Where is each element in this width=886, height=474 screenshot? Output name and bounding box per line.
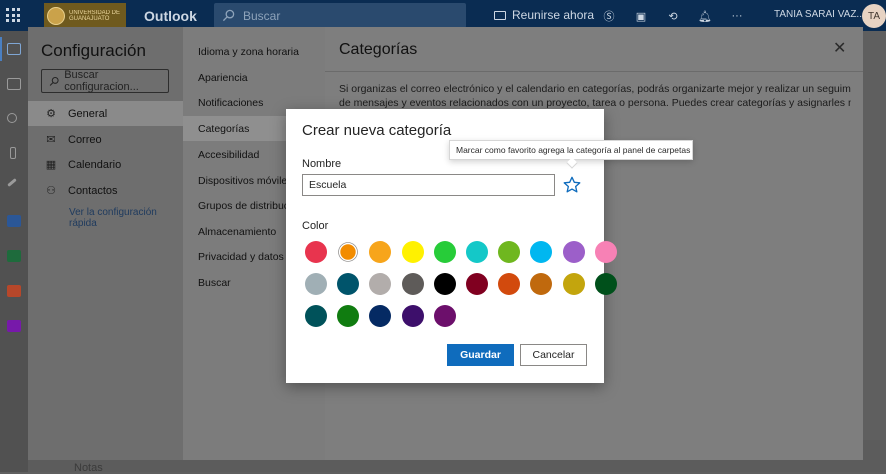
excel-icon[interactable] <box>7 250 21 262</box>
calendar-icon[interactable] <box>7 78 21 90</box>
more-icon[interactable]: ··· <box>728 7 746 25</box>
search-icon <box>49 76 59 86</box>
color-swatch[interactable] <box>433 241 456 263</box>
search-icon <box>222 9 235 22</box>
content-description: Si organizas el correo electrónico y el … <box>339 82 851 110</box>
settings-title: Configuración <box>41 41 146 60</box>
color-swatch[interactable] <box>498 273 521 295</box>
app-launcher-icon[interactable] <box>6 8 20 22</box>
settings-search-placeholder: Buscar configuracion... <box>64 69 139 93</box>
app-name[interactable]: Outlook <box>144 8 197 24</box>
color-swatch[interactable] <box>401 241 424 263</box>
calendar-icon: ▦ <box>45 159 57 171</box>
mail-icon[interactable] <box>7 43 21 55</box>
color-swatch[interactable] <box>466 273 488 295</box>
org-seal-icon <box>47 6 65 25</box>
video-icon <box>494 10 506 20</box>
org-logo: UNIVERSIDAD DE GUANAJUATO <box>44 3 126 28</box>
gear-icon: ⚙ <box>46 108 56 120</box>
color-swatch[interactable] <box>369 241 392 263</box>
content-divider <box>325 71 863 72</box>
color-swatch[interactable] <box>433 305 456 327</box>
search-placeholder: Buscar <box>243 8 281 23</box>
dialog-title: Crear nueva categoría <box>302 122 452 139</box>
color-swatch[interactable] <box>594 273 617 295</box>
color-swatch[interactable] <box>530 241 553 263</box>
people-icon: ⚇ <box>46 185 56 197</box>
color-swatch[interactable] <box>337 273 360 295</box>
color-swatch[interactable] <box>433 273 456 295</box>
favorite-star-button[interactable] <box>561 174 583 196</box>
people-icon[interactable] <box>7 113 17 123</box>
meet-now-label: Reunirse ahora <box>512 8 595 22</box>
org-logo-text: UNIVERSIDAD DE GUANAJUATO <box>69 9 121 22</box>
rail-active-indicator <box>0 37 2 61</box>
color-label: Color <box>302 220 329 232</box>
color-swatch[interactable] <box>305 241 327 263</box>
color-swatch[interactable] <box>594 241 617 263</box>
color-swatch[interactable] <box>340 244 356 260</box>
quick-settings-link[interactable]: Ver la configuración rápida <box>69 207 179 229</box>
color-swatch[interactable] <box>530 273 553 295</box>
color-swatch[interactable] <box>337 305 360 327</box>
color-swatch[interactable] <box>369 273 392 295</box>
user-name[interactable]: TANIA SARAI VAZ... <box>774 9 865 20</box>
close-icon[interactable]: ✕ <box>833 41 846 57</box>
favorite-tooltip: Marcar como favorito agrega la categoría… <box>449 140 693 160</box>
category-name-input[interactable] <box>302 174 555 196</box>
color-swatch[interactable] <box>401 273 424 295</box>
subnav-language[interactable]: Idioma y zona horaria <box>183 39 325 64</box>
todo-icon[interactable] <box>7 178 17 187</box>
color-swatch[interactable] <box>305 273 327 295</box>
left-rail <box>0 31 28 472</box>
settings-nav-pane: Configuración Buscar configuracion... ⚙ … <box>28 27 183 460</box>
content-description-line: Si organizas el correo electrónico y el … <box>339 83 851 95</box>
color-swatch[interactable] <box>305 305 327 327</box>
top-icon-group: Ⓢ ▣ ⟲ 🔔︎ ··· <box>600 7 746 25</box>
sync-icon[interactable]: ⟲ <box>664 7 682 25</box>
skype-icon[interactable]: Ⓢ <box>600 7 618 25</box>
bell-icon[interactable]: 🔔︎ <box>696 7 714 25</box>
settings-nav-contacts[interactable]: ⚇ Contactos <box>28 178 183 203</box>
settings-nav-calendar[interactable]: ▦ Calendario <box>28 152 183 177</box>
attachment-icon[interactable] <box>10 147 16 159</box>
meet-now-button[interactable]: Reunirse ahora <box>494 8 594 22</box>
content-description-line: de mensajes y eventos relacionados con u… <box>339 97 851 109</box>
powerpoint-icon[interactable] <box>7 285 21 297</box>
color-swatch[interactable] <box>562 273 585 295</box>
cancel-button[interactable]: Cancelar <box>520 344 587 366</box>
color-swatch[interactable] <box>466 241 488 263</box>
color-swatch[interactable] <box>369 305 392 327</box>
settings-nav-mail[interactable]: ✉ Correo <box>28 127 183 152</box>
settings-nav-label: Contactos <box>68 184 118 197</box>
color-swatch[interactable] <box>562 241 585 263</box>
search-box[interactable]: Buscar <box>214 3 466 28</box>
settings-nav-label: General <box>68 107 108 120</box>
save-button[interactable]: Guardar <box>447 344 514 366</box>
subnav-appearance[interactable]: Apariencia <box>183 65 325 90</box>
notes-label: Notas <box>74 462 103 474</box>
settings-search-input[interactable]: Buscar configuracion... <box>41 69 169 93</box>
settings-nav-general[interactable]: ⚙ General <box>28 101 183 126</box>
content-title: Categorías <box>339 41 418 58</box>
settings-nav-label: Calendario <box>68 158 122 171</box>
office-icon[interactable]: ▣ <box>632 7 650 25</box>
name-label: Nombre <box>302 158 342 170</box>
color-swatch[interactable] <box>401 305 424 327</box>
mail-icon: ✉ <box>46 134 56 146</box>
onenote-icon[interactable] <box>7 320 21 332</box>
star-icon <box>563 176 581 193</box>
word-icon[interactable] <box>7 215 21 227</box>
avatar[interactable]: TA <box>862 4 886 28</box>
color-swatch[interactable] <box>498 241 521 263</box>
settings-nav-label: Correo <box>68 133 102 146</box>
